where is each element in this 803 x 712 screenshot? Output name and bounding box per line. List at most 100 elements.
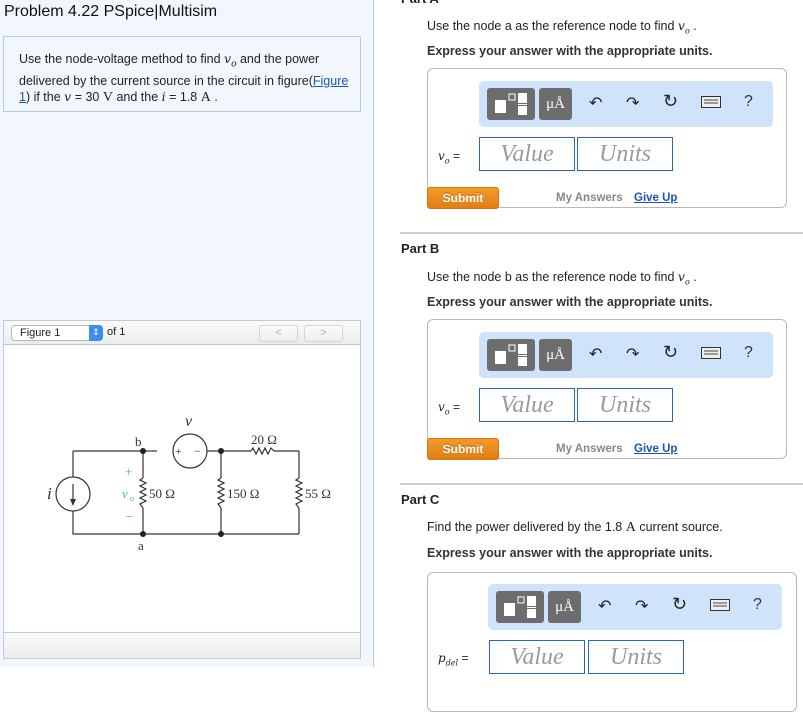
question-text: Use the node b as the reference node to … (427, 270, 678, 284)
undo-icon[interactable]: ↶ (598, 596, 611, 616)
templates-button[interactable] (496, 591, 544, 623)
part-b-submit-button[interactable]: Submit (427, 438, 499, 460)
question-text: Find the power delivered by the 1.8 (427, 520, 626, 534)
label-r20: 20 Ω (251, 432, 277, 447)
divider (400, 483, 803, 485)
part-a-header: Part A (401, 0, 439, 6)
label-v: v (185, 413, 193, 430)
resistor-150 (216, 477, 226, 509)
math-toolbar: μÅ ↶ ↷ ↻ ? (488, 584, 782, 630)
vo-plus: + (125, 464, 132, 479)
label-var: v (438, 149, 445, 163)
templates-icon (495, 93, 527, 115)
answer-label: vo = (438, 149, 460, 165)
reset-icon[interactable]: ↻ (672, 594, 687, 615)
label-sub: o (444, 407, 450, 417)
part-b-instruction: Express your answer with the appropriate… (427, 295, 713, 309)
redo-icon[interactable]: ↷ (626, 344, 639, 364)
part-b-value-input[interactable]: Value (479, 388, 575, 422)
unit-v: V (102, 89, 113, 105)
units-button[interactable]: μÅ (548, 591, 581, 623)
help-button[interactable]: ? (753, 596, 762, 614)
keyboard-button[interactable] (701, 96, 721, 114)
equals: = (452, 149, 460, 163)
question-end: . (689, 270, 697, 284)
parts-panel: Part A Use the node a as the reference n… (375, 0, 803, 712)
problem-panel: Problem 4.22 PSpice|Multisim Use the nod… (0, 0, 374, 667)
help-button[interactable]: ? (744, 344, 753, 362)
units-button[interactable]: μÅ (539, 339, 572, 371)
redo-icon[interactable]: ↷ (635, 596, 648, 616)
figure-select[interactable]: Figure 1 ⇕ (11, 325, 103, 341)
part-a-give-up-link[interactable]: Give Up (634, 192, 677, 204)
label-i: i (47, 484, 52, 503)
statement-text: . (210, 89, 218, 104)
label-sub: o (444, 156, 450, 166)
figure-footer (4, 632, 360, 658)
node-dot (218, 448, 224, 454)
redo-icon[interactable]: ↷ (626, 93, 639, 113)
divider (400, 232, 803, 234)
label-var: v (438, 400, 445, 414)
part-b-my-answers[interactable]: My Answers (556, 443, 623, 455)
part-b-header: Part B (401, 241, 440, 256)
label-r50: 50 Ω (149, 486, 175, 501)
templates-button[interactable] (487, 88, 535, 120)
templates-button[interactable] (487, 339, 535, 371)
unit-a: A (200, 89, 211, 105)
label-vo-sub: o (130, 494, 134, 503)
label-node-a: a (138, 538, 144, 553)
help-button[interactable]: ? (744, 93, 753, 111)
units-button[interactable]: μÅ (539, 88, 572, 120)
label-r150: 150 Ω (227, 486, 259, 501)
part-c-units-input[interactable]: Units (588, 640, 684, 674)
part-b-units-input[interactable]: Units (577, 388, 673, 422)
statement-text: Use the node-voltage method to find (19, 52, 224, 66)
circuit-diagram: i v + − b a 50 Ω 150 Ω 20 Ω 55 Ω + v o − (47, 413, 331, 553)
var: v (677, 269, 685, 284)
part-a-my-answers[interactable]: My Answers (556, 192, 623, 204)
part-c-question: Find the power delivered by the 1.8 A cu… (427, 520, 723, 536)
equals: = (452, 400, 460, 414)
part-c-header: Part C (401, 492, 440, 507)
keyboard-icon (710, 599, 730, 611)
undo-icon[interactable]: ↶ (589, 344, 602, 364)
label-vo: v (122, 486, 128, 501)
keyboard-button[interactable] (701, 347, 721, 365)
var-vo: v (224, 51, 232, 66)
problem-statement: Use the node-voltage method to find vo a… (3, 36, 361, 112)
src-minus: − (194, 444, 201, 458)
vo-minus: − (126, 509, 133, 524)
var: v (677, 18, 685, 33)
figure-viewer: Figure 1 ⇕ of 1 < > i v + − b a 50 Ω 150… (3, 320, 361, 659)
statement-text: and the (112, 89, 162, 104)
node-dot (218, 531, 224, 537)
math-toolbar: μÅ ↶ ↷ ↻ ? (479, 81, 773, 127)
label-var: p (438, 651, 446, 665)
resistor-20 (250, 446, 275, 456)
part-a-units-input[interactable]: Units (577, 137, 673, 171)
label-node-b: b (135, 434, 142, 449)
figure-count: of 1 (107, 326, 126, 338)
part-a-instruction: Express your answer with the appropriate… (427, 44, 713, 58)
next-figure-button[interactable]: > (304, 325, 343, 342)
label-r55: 55 Ω (305, 486, 331, 501)
undo-icon[interactable]: ↶ (589, 93, 602, 113)
figure-select-value: Figure 1 (20, 327, 61, 339)
keyboard-button[interactable] (710, 599, 730, 617)
reset-icon[interactable]: ↻ (663, 342, 678, 363)
statement-text: = 30 (71, 89, 103, 104)
templates-icon (504, 596, 536, 618)
question-end: current source. (635, 520, 723, 534)
resistor-55 (294, 477, 304, 509)
reset-icon[interactable]: ↻ (663, 91, 678, 112)
templates-icon (495, 344, 527, 366)
part-a-submit-button[interactable]: Submit (427, 187, 499, 209)
keyboard-icon (701, 96, 721, 108)
part-a-value-input[interactable]: Value (479, 137, 575, 171)
part-c-value-input[interactable]: Value (489, 640, 585, 674)
statement-text: ) if the (25, 89, 65, 104)
prev-figure-button[interactable]: < (259, 325, 298, 342)
part-b-give-up-link[interactable]: Give Up (634, 443, 677, 455)
math-toolbar: μÅ ↶ ↷ ↻ ? (479, 332, 773, 378)
